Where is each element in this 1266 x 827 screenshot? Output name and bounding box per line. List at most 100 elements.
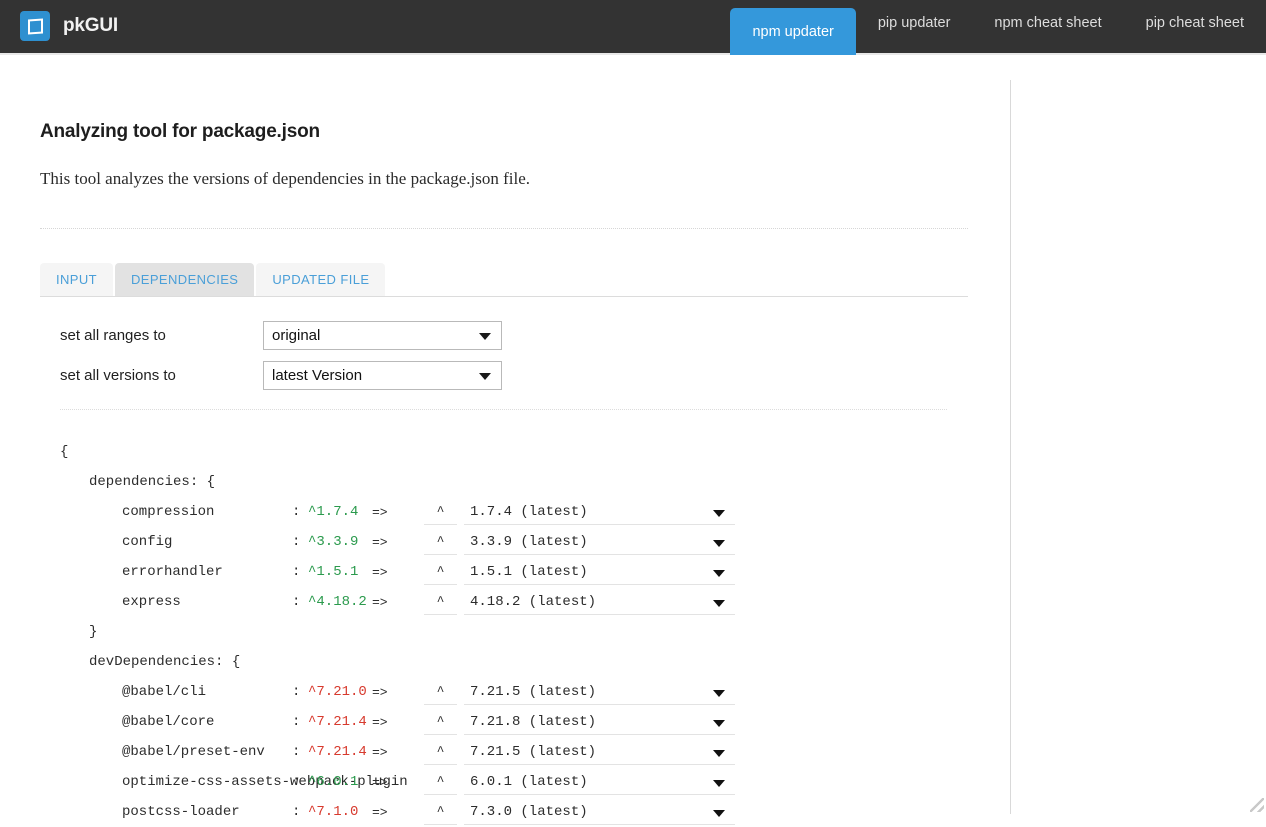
dependency-name: config xyxy=(60,534,292,550)
range-select[interactable]: ^ xyxy=(424,709,457,735)
version-select-value: 3.3.9 (latest) xyxy=(470,534,588,550)
arrow-icon: => xyxy=(372,535,424,550)
json-open-brace: { xyxy=(60,437,960,467)
chevron-down-icon xyxy=(713,780,725,787)
range-select[interactable]: ^ xyxy=(424,499,457,525)
dependency-name: compression xyxy=(60,504,292,520)
set-all-versions-select[interactable]: latest Version xyxy=(263,361,502,390)
page-body: Analyzing tool for package.json This too… xyxy=(0,57,1266,814)
dependency-row: errorhandler:^1.5.1=>^1.5.1 (latest) xyxy=(60,557,960,587)
nav-tab-npm-cheat-sheet[interactable]: npm cheat sheet xyxy=(972,0,1123,45)
arrow-icon: => xyxy=(372,715,424,730)
arrow-icon: => xyxy=(372,805,424,820)
set-all-versions-label: set all versions to xyxy=(60,367,263,384)
arrow-icon: => xyxy=(372,595,424,610)
version-select[interactable]: 1.5.1 (latest) xyxy=(464,559,735,585)
version-select[interactable]: 1.7.4 (latest) xyxy=(464,499,735,525)
dependency-colon: : xyxy=(292,804,308,820)
nav-tab-pip-cheat-sheet[interactable]: pip cheat sheet xyxy=(1124,0,1266,45)
version-select[interactable]: 6.0.1 (latest) xyxy=(464,769,735,795)
current-version: ^7.21.4 xyxy=(308,714,372,730)
tab-dependencies[interactable]: DEPENDENCIES xyxy=(115,263,254,296)
version-select[interactable]: 7.21.5 (latest) xyxy=(464,679,735,705)
dependency-name: @babel/preset-env xyxy=(60,744,292,760)
range-select[interactable]: ^ xyxy=(424,799,457,825)
chevron-down-icon xyxy=(713,720,725,727)
range-select[interactable]: ^ xyxy=(424,769,457,795)
version-select-value: 6.0.1 (latest) xyxy=(470,774,588,790)
dependency-colon: : xyxy=(292,684,308,700)
set-all-versions-value: latest Version xyxy=(272,367,362,384)
dependency-name: @babel/core xyxy=(60,714,292,730)
dependency-name: errorhandler xyxy=(60,564,292,580)
chevron-down-icon xyxy=(479,333,491,340)
set-all-ranges-label: set all ranges to xyxy=(60,327,263,344)
main-content: Analyzing tool for package.json This too… xyxy=(40,57,970,189)
range-select[interactable]: ^ xyxy=(424,589,457,615)
current-version: ^7.21.0 xyxy=(308,684,372,700)
arrow-icon: => xyxy=(372,505,424,520)
content-sidebar-divider xyxy=(1010,80,1011,814)
tab-updated-file[interactable]: UPDATED FILE xyxy=(256,263,385,296)
range-select[interactable]: ^ xyxy=(424,679,457,705)
settings-panel: set all ranges to original set all versi… xyxy=(60,315,502,395)
tab-input[interactable]: INPUT xyxy=(40,263,113,296)
current-version: ^4.18.2 xyxy=(308,594,372,610)
dependency-name: optimize-css-assets-webpack-plugin xyxy=(60,774,292,790)
version-select[interactable]: 7.3.0 (latest) xyxy=(464,799,735,825)
range-select[interactable]: ^ xyxy=(424,559,457,585)
dependency-row: @babel/core:^7.21.4=>^7.21.8 (latest) xyxy=(60,707,960,737)
chevron-down-icon xyxy=(713,570,725,577)
window-resize-handle[interactable] xyxy=(1250,798,1264,812)
nav-tab-npm-updater[interactable]: npm updater xyxy=(730,8,855,55)
range-select[interactable]: ^ xyxy=(424,529,457,555)
version-select-value: 4.18.2 (latest) xyxy=(470,594,596,610)
version-select-value: 7.21.5 (latest) xyxy=(470,744,596,760)
current-version: ^7.21.4 xyxy=(308,744,372,760)
page-title: Analyzing tool for package.json xyxy=(40,57,970,143)
dependency-row: config:^3.3.9=>^3.3.9 (latest) xyxy=(60,527,960,557)
setting-row-versions: set all versions to latest Version xyxy=(60,355,502,395)
version-select[interactable]: 7.21.8 (latest) xyxy=(464,709,735,735)
dependency-name: express xyxy=(60,594,292,610)
subtab-list: INPUT DEPENDENCIES UPDATED FILE xyxy=(40,264,968,297)
setting-row-ranges: set all ranges to original xyxy=(60,315,502,355)
dependency-colon: : xyxy=(292,594,308,610)
version-select-value: 1.5.1 (latest) xyxy=(470,564,588,580)
top-navbar: pkGUI npm updater pip updater npm cheat … xyxy=(0,0,1266,55)
version-select[interactable]: 4.18.2 (latest) xyxy=(464,589,735,615)
dependency-row: compression:^1.7.4=>^ 1.7.4 (latest) xyxy=(60,497,960,527)
current-version: ^1.7.4 xyxy=(308,504,372,520)
arrow-icon: => xyxy=(372,565,424,580)
set-all-ranges-value: original xyxy=(272,327,320,344)
dependency-colon: : xyxy=(292,504,308,520)
brand[interactable]: pkGUI xyxy=(20,11,118,41)
dependency-colon: : xyxy=(292,534,308,550)
dependency-tree: {dependencies: {compression:^1.7.4=>^1.7… xyxy=(60,437,960,827)
brand-name: pkGUI xyxy=(63,15,118,37)
current-version: ^1.5.1 xyxy=(308,564,372,580)
set-all-ranges-select[interactable]: original xyxy=(263,321,502,350)
dependency-row: @babel/cli:^7.21.0=>^ 7.21.5 (latest) xyxy=(60,677,960,707)
app-logo-icon xyxy=(20,11,50,41)
chevron-down-icon xyxy=(713,690,725,697)
dependency-row: postcss-loader:^7.1.0=>^ 7.3.0 (latest) xyxy=(60,797,960,827)
version-select[interactable]: 7.21.5 (latest) xyxy=(464,739,735,765)
dependency-row: optimize-css-assets-webpack-plugin:^6.0.… xyxy=(60,767,960,797)
devdependencies-group-label: devDependencies: { xyxy=(60,647,960,677)
arrow-icon: => xyxy=(372,685,424,700)
nav-tab-pip-updater[interactable]: pip updater xyxy=(856,0,973,45)
header-divider xyxy=(40,228,968,229)
chevron-down-icon xyxy=(713,600,725,607)
chevron-down-icon xyxy=(713,540,725,547)
settings-divider xyxy=(60,409,947,410)
dependency-row: express:^4.18.2=>^ 4.18.2 (latest) xyxy=(60,587,960,617)
dependency-name: @babel/cli xyxy=(60,684,292,700)
chevron-down-icon xyxy=(713,750,725,757)
page-description: This tool analyzes the versions of depen… xyxy=(40,143,970,189)
range-select[interactable]: ^ xyxy=(424,739,457,765)
version-select[interactable]: 3.3.9 (latest) xyxy=(464,529,735,555)
current-version: ^7.1.0 xyxy=(308,804,372,820)
dependencies-group-label: dependencies: { xyxy=(60,467,960,497)
dependency-name: postcss-loader xyxy=(60,804,292,820)
